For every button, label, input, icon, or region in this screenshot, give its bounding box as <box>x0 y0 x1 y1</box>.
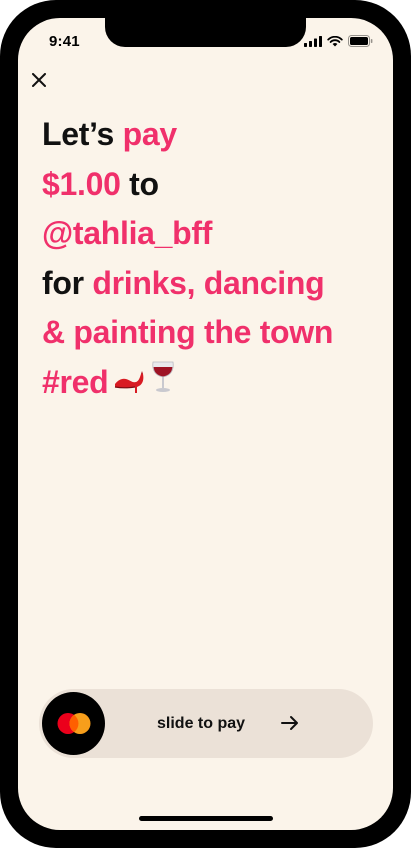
message-text: for <box>42 264 93 301</box>
notch <box>105 18 306 47</box>
message-text: to <box>120 165 159 202</box>
wine-glass-emoji <box>150 359 176 409</box>
message-highlight: @tahlia_bff <box>42 215 213 251</box>
message-highlight: & painting the town <box>42 314 334 350</box>
battery-icon <box>348 35 373 47</box>
slider-knob[interactable] <box>42 692 105 755</box>
message-text: Let’s <box>42 116 123 152</box>
message-line: for drinks, dancing <box>42 259 372 309</box>
message-highlight: $1.00 <box>42 165 121 202</box>
slider-label: slide to pay <box>157 715 246 732</box>
message-line: #red <box>42 358 372 409</box>
screen: 9:41 Let’s pay $1.00 to @tahlia_bff for … <box>18 18 393 830</box>
message-line: & painting the town <box>42 308 372 358</box>
close-icon <box>32 73 46 87</box>
close-button[interactable] <box>29 70 49 90</box>
message-highlight: drinks, dancing <box>92 264 325 301</box>
message-line: Let’s pay <box>42 110 372 160</box>
message-highlight: pay <box>122 116 178 152</box>
message-highlight: #red <box>42 363 109 400</box>
signal-icon <box>304 35 322 47</box>
message-line: $1.00 to <box>42 160 372 210</box>
status-time: 9:41 <box>49 33 80 50</box>
message-line: @tahlia_bff <box>42 209 372 259</box>
wifi-icon <box>327 35 343 46</box>
payment-message: Let’s pay $1.00 to @tahlia_bff for drinks, … <box>42 110 372 409</box>
mastercard-logo <box>57 713 91 734</box>
high-heel-emoji <box>112 359 146 409</box>
home-indicator <box>139 816 273 821</box>
arrow-right-icon <box>281 716 298 730</box>
phone-frame: 9:41 Let’s pay $1.00 to @tahlia_bff for … <box>0 0 411 848</box>
slide-to-pay-slider[interactable]: slide to pay <box>39 689 373 758</box>
status-icons <box>304 35 373 47</box>
